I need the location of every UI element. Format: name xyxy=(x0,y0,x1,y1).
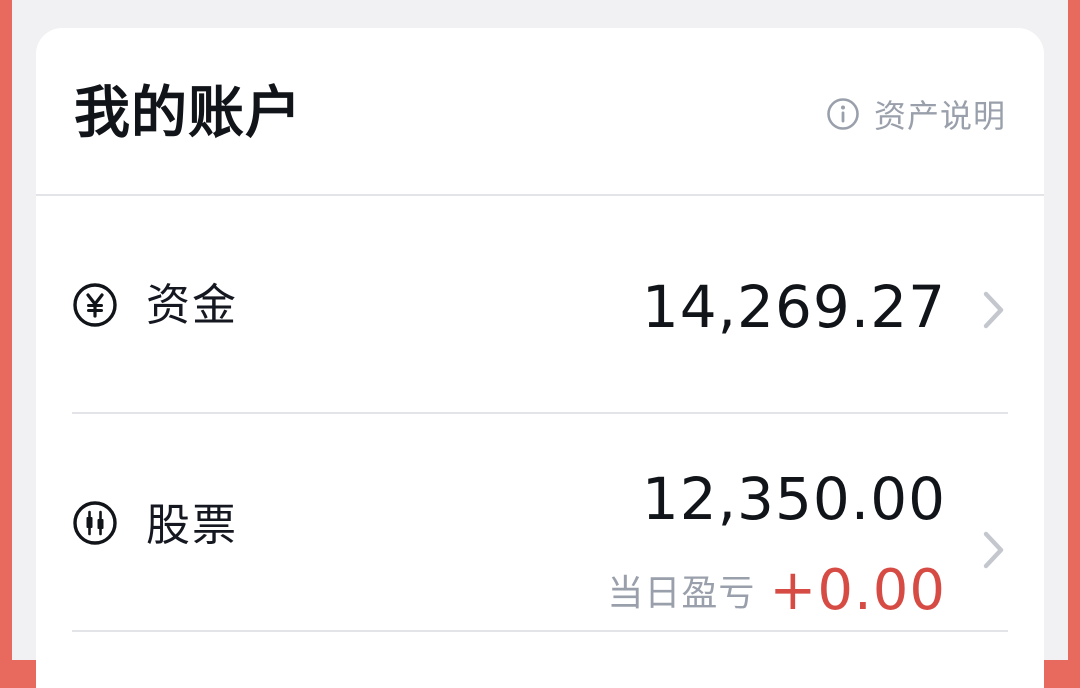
chevron-right-icon xyxy=(983,531,1004,569)
funds-label: 资金 xyxy=(146,280,238,331)
info-icon xyxy=(827,98,859,130)
daily-pnl: 当日盈亏 +0.00 xyxy=(607,557,946,623)
yen-circle-icon xyxy=(73,283,117,327)
stocks-row[interactable]: 股票 12,350.00 当日盈亏 +0.00 xyxy=(72,414,1008,632)
card-header: 我的账户 资产说明 xyxy=(36,28,1044,196)
daily-pnl-label: 当日盈亏 xyxy=(607,573,756,614)
my-account-card: 我的账户 资产说明 资金 14,269.27 股票 12,350.00 当日盈亏… xyxy=(36,28,1044,688)
card-title: 我的账户 xyxy=(74,81,302,146)
asset-info-link[interactable]: 资产说明 xyxy=(826,92,1006,136)
candlestick-circle-icon xyxy=(73,501,117,545)
daily-pnl-value: +0.00 xyxy=(769,557,946,623)
stocks-amount: 12,350.00 xyxy=(641,465,946,533)
chevron-right-icon xyxy=(983,291,1004,329)
funds-amount: 14,269.27 xyxy=(641,273,946,341)
asset-info-label: 资产说明 xyxy=(873,97,1006,135)
stocks-label: 股票 xyxy=(146,500,238,551)
funds-row[interactable]: 资金 14,269.27 xyxy=(72,196,1008,414)
